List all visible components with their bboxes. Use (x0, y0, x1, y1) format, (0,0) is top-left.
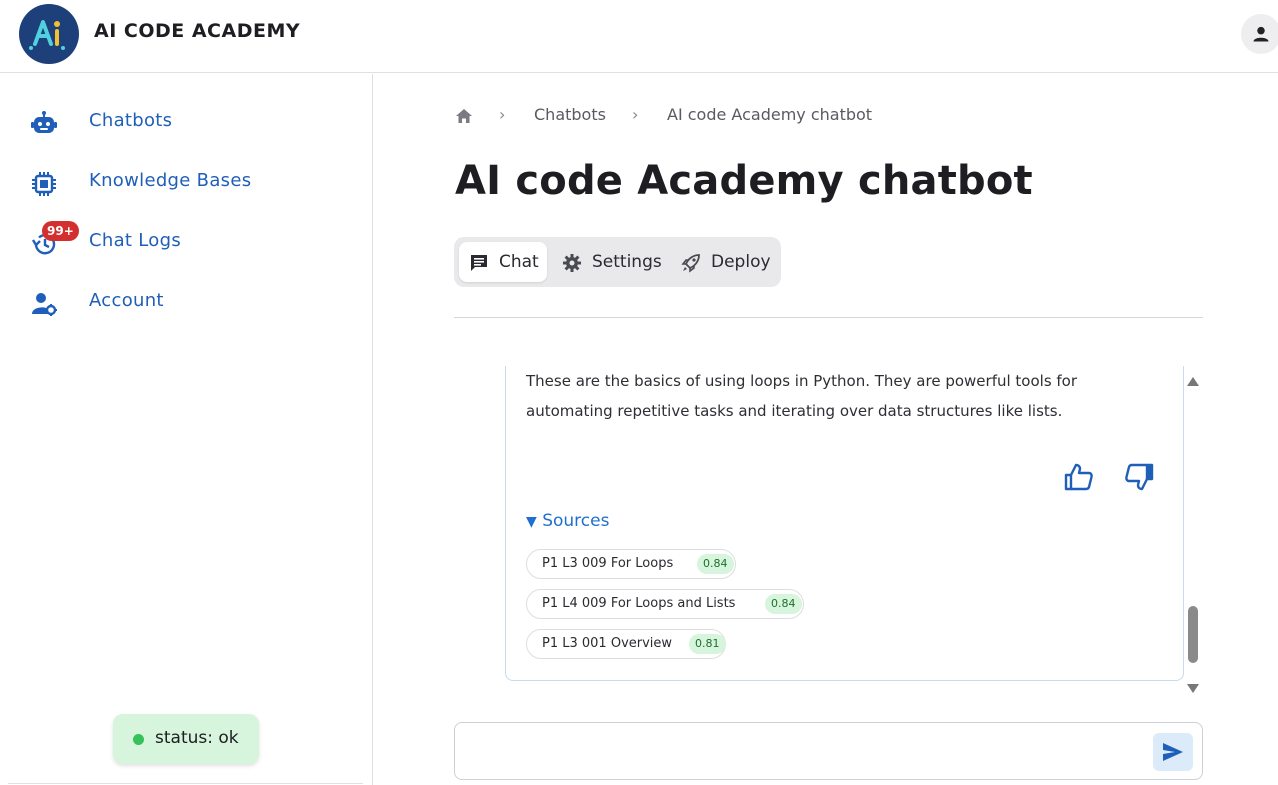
brand-name: AI CODE ACADEMY (94, 20, 301, 42)
status-text: status: ok (155, 728, 239, 748)
sources-toggle[interactable]: ▼ Sources (526, 511, 609, 531)
tab-label: Chat (499, 252, 539, 272)
tab-label: Settings (592, 252, 662, 272)
source-title: P1 L4 009 For Loops and Lists (542, 596, 736, 611)
notification-badge: 99+ (42, 221, 79, 241)
source-title: P1 L3 009 For Loops (542, 556, 674, 571)
tab-settings[interactable]: Settings (552, 242, 662, 282)
send-button[interactable] (1153, 733, 1193, 771)
source-score: 0.84 (765, 594, 802, 614)
user-gear-icon (32, 293, 57, 316)
thumbs-down-icon[interactable] (1123, 461, 1155, 493)
source-chip[interactable]: P1 L3 009 For Loops 0.84 (526, 549, 736, 579)
robot-icon (31, 111, 57, 133)
chip-icon (32, 172, 56, 196)
scrollbar-thumb[interactable] (1188, 606, 1198, 663)
rocket-icon (681, 254, 700, 273)
status-dot (133, 734, 144, 745)
sidebar-item-chat-logs[interactable]: 99+ Chat Logs (0, 218, 372, 266)
sidebar-item-account[interactable]: Account (0, 278, 372, 326)
home-icon[interactable] (455, 108, 473, 124)
chat-message: These are the basics of using loops in P… (505, 366, 1184, 681)
send-icon (1163, 743, 1183, 761)
person-icon (1253, 26, 1269, 42)
caret-down-icon: ▼ (526, 514, 537, 530)
divider (454, 317, 1203, 318)
sources-label: Sources (542, 511, 610, 531)
source-score: 0.84 (697, 554, 734, 574)
message-composer (454, 722, 1203, 780)
source-chip[interactable]: P1 L3 001 Overview 0.81 (526, 629, 726, 659)
tab-label: Deploy (711, 252, 771, 272)
tab-chat[interactable]: Chat (459, 242, 547, 282)
source-score: 0.81 (689, 634, 726, 654)
scroll-down-arrow[interactable] (1187, 684, 1199, 693)
source-title: P1 L3 001 Overview (542, 636, 673, 651)
scroll-up-arrow[interactable] (1187, 377, 1199, 386)
breadcrumb-current: AI code Academy chatbot (667, 105, 873, 124)
sidebar-item-label: Chat Logs (89, 230, 182, 251)
breadcrumb-chatbots[interactable]: Chatbots (534, 105, 606, 124)
message-text: These are the basics of using loops in P… (526, 372, 1078, 420)
sidebar: Chatbots Knowledge Bases 99+ Chat Logs A… (0, 74, 373, 785)
chat-icon (471, 255, 487, 271)
sidebar-item-label: Account (89, 290, 164, 311)
status-indicator: status: ok (113, 714, 259, 764)
message-input[interactable] (467, 733, 1147, 769)
sidebar-item-chatbots[interactable]: Chatbots (0, 98, 372, 146)
sidebar-item-label: Knowledge Bases (89, 170, 252, 191)
page-title: AI code Academy chatbot (455, 158, 1033, 204)
user-menu-button[interactable] (1241, 14, 1278, 54)
app-header: AI CODE ACADEMY (0, 0, 1278, 73)
thumbs-up-icon[interactable] (1063, 461, 1095, 493)
source-chip[interactable]: P1 L4 009 For Loops and Lists 0.84 (526, 589, 804, 619)
chevron-right-icon: › (632, 105, 639, 124)
sidebar-item-label: Chatbots (89, 110, 173, 131)
gear-icon (563, 254, 581, 272)
tab-deploy[interactable]: Deploy (671, 242, 775, 282)
tab-bar: Chat Settings Deploy (454, 237, 781, 287)
sidebar-item-knowledge-bases[interactable]: Knowledge Bases (0, 158, 372, 206)
chevron-right-icon: › (499, 105, 506, 124)
divider (8, 783, 363, 784)
ai-logo-icon[interactable] (19, 4, 79, 64)
